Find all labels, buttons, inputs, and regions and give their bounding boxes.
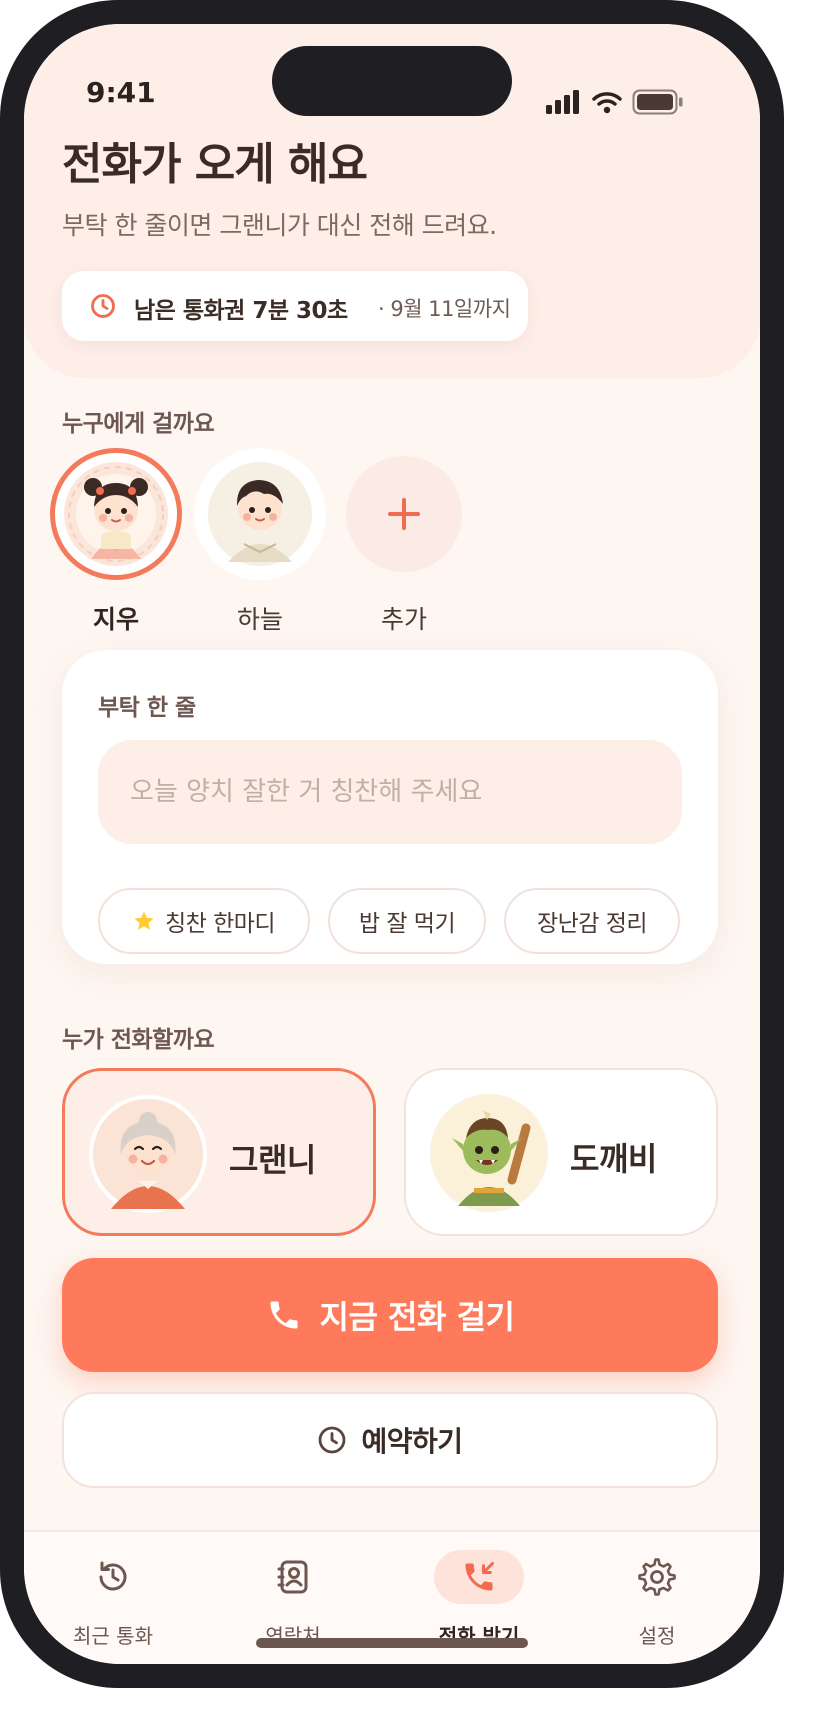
app-screen: 9:41 전화가 오게 해요 부탁 한 줄이면 그랜니가 대신 전해 드려요. [24,24,760,1664]
credit-expiry-text: · 9월 11일까지 [378,297,511,321]
recipient-haneul[interactable]: 하늘 [194,448,326,638]
cellular-signal-icon [546,90,579,114]
goblin-avatar-icon [434,1098,544,1208]
clock-icon [91,294,115,318]
page-subtitle: 부탁 한 줄이면 그랜니가 대신 전해 드려요. [62,211,497,240]
history-icon [68,1550,158,1604]
recipient-name: 지우 [92,605,139,634]
status-time: 9:41 [86,76,156,109]
granny-avatar-icon [93,1099,203,1209]
phone-icon [270,1301,298,1329]
call-now-button[interactable]: 지금 전화 걸기 [62,1258,718,1372]
chip-label: 장난감 정리 [536,911,648,937]
request-input[interactable] [98,740,682,844]
tab-settings[interactable]: 설정 [582,1550,732,1650]
wifi-icon [592,92,622,114]
chip-label: 칭찬 한마디 [164,911,276,937]
tab-receive-calls[interactable]: 전화 받기 [404,1550,554,1650]
tab-contacts[interactable]: 연락처 [218,1550,368,1650]
caller-option-granny[interactable]: 그랜니 [62,1068,376,1236]
chip-tidy-toys[interactable]: 장난감 정리 [504,888,680,954]
add-recipient-label: 추가 [380,605,427,634]
granny-avatar [89,1095,207,1213]
plus-icon [388,498,420,530]
tab-label: 설정 [638,1624,676,1648]
star-icon [134,911,154,930]
chip-label: 밥 잘 먹기 [358,911,456,937]
incoming-call-icon [434,1550,524,1604]
boy-avatar-icon [208,462,312,566]
girl-avatar-icon [64,462,168,566]
schedule-label: 예약하기 [361,1425,463,1458]
recipient-name: 하늘 [236,605,283,634]
call-now-label: 지금 전화 걸기 [319,1298,515,1336]
clock-icon [319,1426,346,1454]
caller-name: 도깨비 [570,1140,657,1178]
recipient-section-label: 누구에게 걸까요 [62,411,215,437]
recipient-jiwoo[interactable]: 지우 [50,448,182,638]
add-circle [346,456,462,572]
dynamic-island [272,46,512,116]
add-recipient-button[interactable]: 추가 [338,448,470,638]
avatar [194,448,326,580]
contacts-icon [248,1550,338,1604]
caller-name: 그랜니 [229,1141,316,1179]
home-indicator [256,1638,528,1648]
request-card-title: 부탁 한 줄 [98,695,196,721]
remaining-credit-badge: 남은 통화권 7분 30초 · 9월 11일까지 [62,271,528,341]
avatar [50,448,182,580]
caller-option-dokkaebi[interactable]: 도깨비 [404,1068,718,1236]
remaining-credit-text: 남은 통화권 7분 30초 [134,298,348,324]
caller-section-label: 누가 전화할까요 [62,1027,215,1053]
dokkaebi-avatar [430,1094,548,1212]
gear-icon [612,1550,702,1604]
schedule-button[interactable]: 예약하기 [62,1392,718,1488]
phone-frame: 9:41 전화가 오게 해요 부탁 한 줄이면 그랜니가 대신 전해 드려요. [0,0,784,1688]
chip-eat-well[interactable]: 밥 잘 먹기 [328,888,486,954]
chip-praise[interactable]: 칭찬 한마디 [98,888,310,954]
page-title: 전화가 오게 해요 [62,139,368,190]
tab-recent-calls[interactable]: 최근 통화 [38,1550,188,1650]
tab-label: 최근 통화 [73,1624,153,1648]
battery-icon [632,89,683,115]
request-card: 부탁 한 줄 칭찬 한마디 밥 잘 먹기 장난감 정리 [62,650,718,964]
